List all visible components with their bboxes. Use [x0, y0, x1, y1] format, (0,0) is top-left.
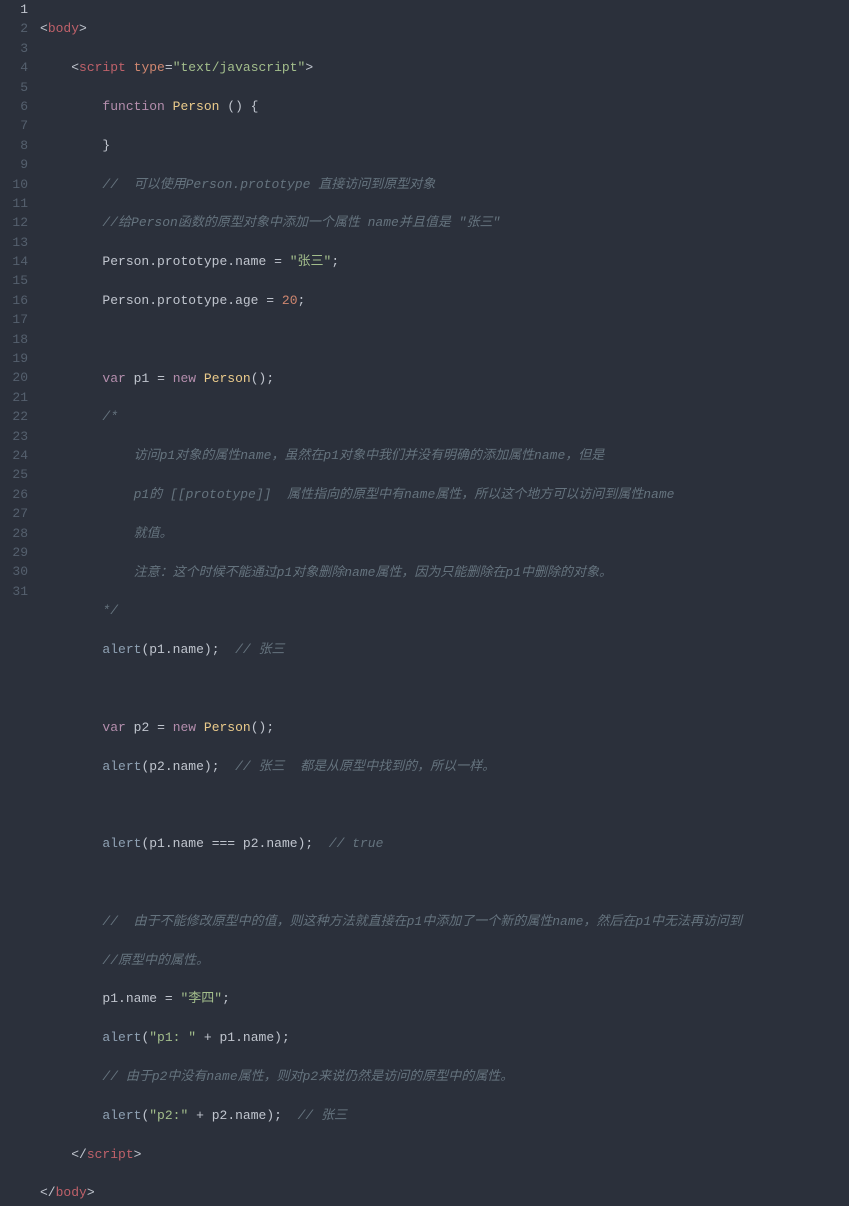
code-area[interactable]: <body> <script type="text/javascript"> f… — [36, 0, 849, 603]
code-line[interactable]: //原型中的属性。 — [40, 951, 849, 970]
line-number: 20 — [4, 368, 28, 387]
code-line[interactable]: var p1 = new Person(); — [40, 369, 849, 388]
line-number: 23 — [4, 427, 28, 446]
code-line[interactable]: } — [40, 136, 849, 155]
line-number: 10 — [4, 175, 28, 194]
code-line[interactable]: </script> — [40, 1145, 849, 1164]
code-line[interactable]: //给Person函数的原型对象中添加一个属性 name并且值是 "张三" — [40, 213, 849, 232]
code-line[interactable] — [40, 330, 849, 349]
code-line[interactable]: // 由于不能修改原型中的值，则这种方法就直接在p1中添加了一个新的属性name… — [40, 912, 849, 931]
line-number: 6 — [4, 97, 28, 116]
line-number: 16 — [4, 291, 28, 310]
line-number: 1 — [4, 0, 28, 19]
code-line[interactable]: /* — [40, 407, 849, 426]
line-number: 4 — [4, 58, 28, 77]
code-line[interactable]: <script type="text/javascript"> — [40, 58, 849, 77]
line-number: 21 — [4, 388, 28, 407]
code-line[interactable]: </body> — [40, 1183, 849, 1202]
line-number: 24 — [4, 446, 28, 465]
line-number: 13 — [4, 233, 28, 252]
code-line[interactable]: Person.prototype.age = 20; — [40, 291, 849, 310]
line-number: 12 — [4, 213, 28, 232]
code-line[interactable]: <body> — [40, 19, 849, 38]
code-line[interactable]: Person.prototype.name = "张三"; — [40, 252, 849, 271]
code-line[interactable] — [40, 795, 849, 814]
code-editor[interactable]: 1 2 3 4 5 6 7 8 9 10 11 12 13 14 15 16 1… — [0, 0, 849, 603]
line-number: 2 — [4, 19, 28, 38]
line-number: 14 — [4, 252, 28, 271]
code-line[interactable]: 注意：这个时候不能通过p1对象删除name属性，因为只能删除在p1中删除的对象。 — [40, 563, 849, 582]
line-number-gutter: 1 2 3 4 5 6 7 8 9 10 11 12 13 14 15 16 1… — [0, 0, 36, 603]
code-line[interactable]: alert("p2:" + p2.name); // 张三 — [40, 1106, 849, 1125]
line-number: 26 — [4, 485, 28, 504]
line-number: 8 — [4, 136, 28, 155]
code-line[interactable]: alert(p1.name); // 张三 — [40, 640, 849, 659]
line-number: 9 — [4, 155, 28, 174]
code-line[interactable]: function Person () { — [40, 97, 849, 116]
line-number: 30 — [4, 562, 28, 581]
line-number: 5 — [4, 78, 28, 97]
line-number: 25 — [4, 465, 28, 484]
line-number: 29 — [4, 543, 28, 562]
code-line[interactable] — [40, 679, 849, 698]
line-number: 17 — [4, 310, 28, 329]
line-number: 3 — [4, 39, 28, 58]
line-number: 19 — [4, 349, 28, 368]
code-line[interactable]: alert("p1: " + p1.name); — [40, 1028, 849, 1047]
code-line[interactable]: */ — [40, 601, 849, 620]
line-number: 22 — [4, 407, 28, 426]
code-line[interactable]: // 可以使用Person.prototype 直接访问到原型对象 — [40, 175, 849, 194]
line-number: 28 — [4, 524, 28, 543]
code-line[interactable]: alert(p1.name === p2.name); // true — [40, 834, 849, 853]
code-line[interactable] — [40, 873, 849, 892]
code-line[interactable]: alert(p2.name); // 张三 都是从原型中找到的，所以一样。 — [40, 757, 849, 776]
line-number: 18 — [4, 330, 28, 349]
code-line[interactable]: // 由于p2中没有name属性，则对p2来说仍然是访问的原型中的属性。 — [40, 1067, 849, 1086]
code-line[interactable]: 访问p1对象的属性name，虽然在p1对象中我们并没有明确的添加属性name，但… — [40, 446, 849, 465]
line-number: 11 — [4, 194, 28, 213]
code-line[interactable]: var p2 = new Person(); — [40, 718, 849, 737]
line-number: 15 — [4, 271, 28, 290]
code-line[interactable]: p1的 [[prototype]] 属性指向的原型中有name属性，所以这个地方… — [40, 485, 849, 504]
code-line[interactable]: 就值。 — [40, 524, 849, 543]
line-number: 27 — [4, 504, 28, 523]
code-line[interactable]: p1.name = "李四"; — [40, 989, 849, 1008]
line-number: 7 — [4, 116, 28, 135]
line-number: 31 — [4, 582, 28, 601]
